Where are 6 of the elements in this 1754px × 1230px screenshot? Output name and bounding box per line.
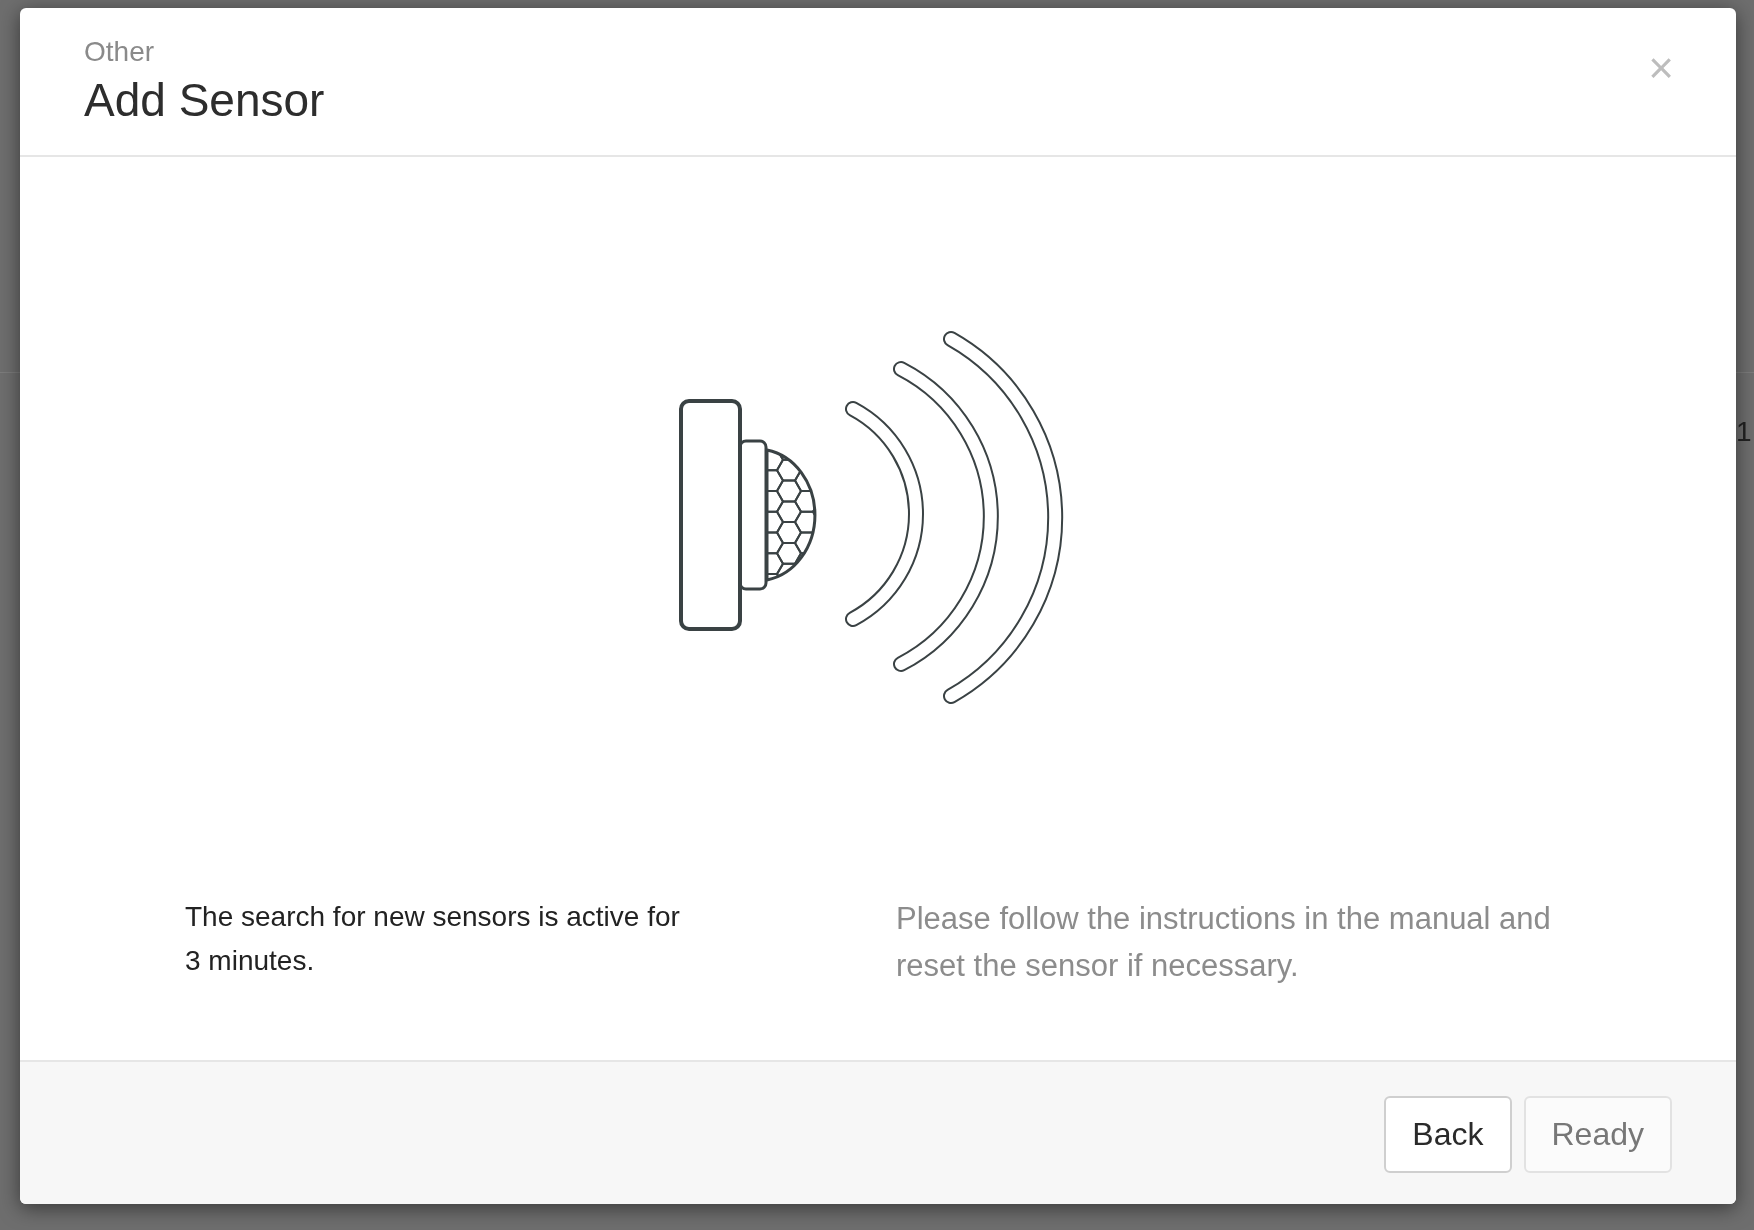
dialog-subtitle: Other (84, 35, 155, 69)
back-button[interactable]: Back (1384, 1095, 1512, 1173)
hint-text: Please follow the instructions in the manual and reset the sensor if necessary. (896, 900, 1552, 985)
background-text: 1 (1736, 418, 1752, 446)
info-text: The search for new sensors is active for 3 minutes. (185, 900, 681, 978)
dialog-title: Add Sensor (84, 73, 325, 128)
